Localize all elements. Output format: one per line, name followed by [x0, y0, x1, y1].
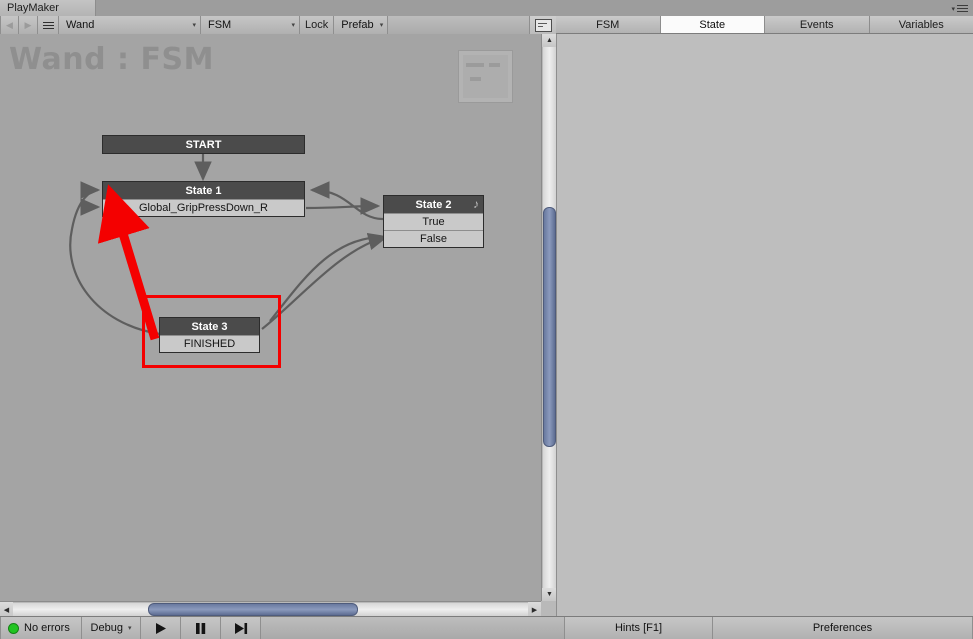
- window-tab-playmaker[interactable]: PlayMaker: [0, 0, 96, 16]
- preferences-button[interactable]: Preferences: [713, 617, 973, 639]
- error-status-label: No errors: [24, 622, 70, 634]
- toolbar-menu-button[interactable]: [38, 16, 59, 34]
- preferences-button-label: Preferences: [812, 622, 873, 634]
- error-status-button[interactable]: No errors: [0, 617, 82, 639]
- prefab-dropdown[interactable]: Prefab ▾: [334, 16, 389, 34]
- state-transition-row[interactable]: False: [384, 230, 483, 247]
- state-node-state-3[interactable]: State 3 FINISHED: [159, 317, 260, 353]
- scroll-down-button[interactable]: ▼: [542, 588, 557, 601]
- graph-toolbar: ◀ ▶ Wand ▾ FSM ▾ Lock Prefab ▾: [0, 16, 556, 34]
- minimap-node: [466, 63, 484, 67]
- panel-menu-icon: [957, 3, 968, 14]
- hints-button-label: Hints [F1]: [614, 622, 663, 634]
- chevron-down-icon: ▾: [192, 22, 196, 29]
- fsm-dropdown-value: FSM: [208, 19, 232, 31]
- step-forward-icon: [234, 622, 247, 634]
- tab-label: Events: [799, 18, 834, 31]
- status-indicator-icon: [8, 622, 19, 634]
- broadcast-event-icon: ♪: [473, 197, 479, 211]
- forward-arrow-icon: ▶: [24, 19, 32, 30]
- target-object-dropdown[interactable]: Wand ▾: [59, 16, 201, 34]
- play-button[interactable]: [141, 617, 181, 639]
- minimap-toggle-icon: [534, 18, 552, 32]
- scrollbar-thumb[interactable]: [148, 603, 358, 616]
- graph-vertical-scrollbar[interactable]: ▲ ▼: [541, 34, 557, 601]
- lock-button-label: Lock: [305, 19, 329, 31]
- tab-label: FSM: [596, 18, 620, 31]
- play-icon: [156, 622, 166, 634]
- prefab-dropdown-label: Prefab: [341, 19, 374, 31]
- step-button[interactable]: [221, 617, 261, 639]
- state-transition-row[interactable]: Global_GripPressDown_R: [103, 199, 304, 216]
- tab-label: State: [699, 18, 726, 31]
- state-node-title: State 1: [103, 182, 304, 199]
- playmaker-window: PlayMaker ◀ ▶ Wand ▾ FSM ▾ Lock Prefab ▾…: [0, 0, 973, 639]
- scrollbar-thumb[interactable]: [543, 207, 556, 447]
- inspector-top-strip: ▾: [556, 0, 973, 16]
- debug-dropdown[interactable]: Debug ▾: [82, 617, 141, 639]
- inspector-panel: ▾ FSM State Events Variables Hints [F1] …: [556, 0, 973, 639]
- minimap-node: [489, 63, 500, 67]
- state-node-title: State 2: [415, 198, 452, 211]
- tab-label: Variables: [898, 18, 944, 31]
- inspector-bottom-spacer: [556, 617, 565, 639]
- pause-icon: [196, 622, 206, 634]
- state-transition-row[interactable]: True: [384, 213, 483, 230]
- inspector-tabs: FSM State Events Variables: [556, 16, 973, 34]
- state-node-start[interactable]: START: [102, 135, 305, 154]
- minimap-node: [470, 77, 481, 81]
- inspector-menu-button[interactable]: ▾: [951, 3, 968, 14]
- tab-state[interactable]: State: [660, 16, 765, 33]
- state-node-title: State 3: [160, 318, 259, 335]
- chevron-down-icon: ▾: [291, 22, 295, 29]
- tab-variables[interactable]: Variables: [869, 16, 973, 33]
- back-arrow-icon: ◀: [6, 19, 13, 30]
- inspector-content[interactable]: [556, 34, 973, 616]
- status-bar: No errors Debug ▾: [0, 616, 556, 639]
- state-node-state-2[interactable]: State 2 ♪ True False: [383, 195, 484, 248]
- chevron-down-icon: ▾: [127, 625, 132, 632]
- minimap-overview[interactable]: [458, 50, 513, 103]
- pause-button[interactable]: [181, 617, 221, 639]
- window-tab-label: PlayMaker: [7, 2, 59, 14]
- debug-dropdown-label: Debug: [90, 622, 123, 634]
- scroll-up-button[interactable]: ▲: [542, 34, 557, 47]
- chevron-down-icon: ▾: [951, 5, 955, 13]
- state-transition-row[interactable]: FINISHED: [160, 335, 259, 352]
- minimap-toggle-button[interactable]: [530, 16, 556, 34]
- fsm-dropdown[interactable]: FSM ▾: [201, 16, 300, 34]
- back-button[interactable]: ◀: [0, 16, 19, 34]
- toolbar-spacer: [388, 16, 530, 34]
- tab-fsm[interactable]: FSM: [556, 16, 661, 33]
- fsm-graph-canvas[interactable]: Wand : FSM START State 1 Global_GripPres…: [0, 34, 541, 601]
- target-object-value: Wand: [66, 19, 95, 31]
- hints-button[interactable]: Hints [F1]: [565, 617, 713, 639]
- graph-horizontal-scrollbar[interactable]: ◀ ▶: [0, 601, 541, 617]
- scroll-left-button[interactable]: ◀: [0, 602, 13, 617]
- forward-button[interactable]: ▶: [19, 16, 38, 34]
- chevron-down-icon: ▾: [379, 22, 384, 29]
- tab-events[interactable]: Events: [765, 16, 870, 33]
- scroll-right-button[interactable]: ▶: [528, 602, 541, 617]
- state-node-title: START: [103, 136, 304, 153]
- state-node-state-1[interactable]: State 1 Global_GripPressDown_R: [102, 181, 305, 217]
- lock-button[interactable]: Lock: [300, 16, 335, 34]
- scrollbar-corner: [541, 601, 556, 616]
- hamburger-menu-icon: [42, 21, 54, 23]
- status-bar-spacer: [261, 617, 556, 639]
- inspector-bottom-bar: Hints [F1] Preferences: [556, 616, 973, 639]
